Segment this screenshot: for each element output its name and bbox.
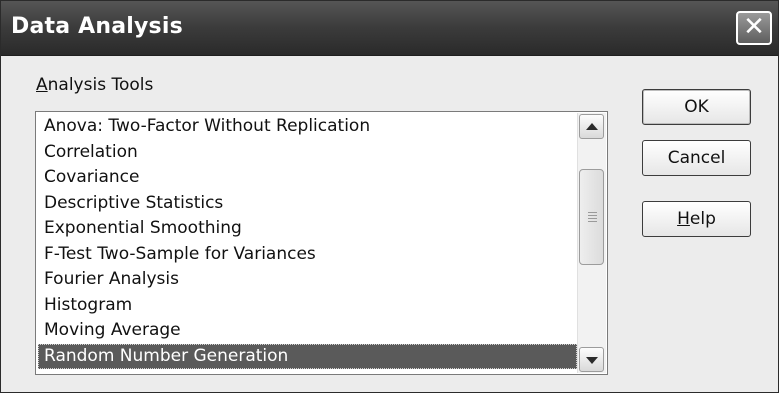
data-analysis-dialog: Data Analysis ✕ Analysis Tools Anova: Tw… xyxy=(0,0,779,393)
list-item[interactable]: Correlation xyxy=(38,140,577,166)
list-item[interactable]: Anova: Two-Factor Without Replication xyxy=(38,114,577,140)
help-label-text: elp xyxy=(689,209,716,229)
arrow-up-icon xyxy=(586,123,598,130)
help-accesskey: H xyxy=(677,209,690,229)
thumb-grip-line xyxy=(588,218,597,219)
arrow-down-icon xyxy=(586,357,598,364)
analysis-tools-list: Anova: Two-Factor Without Replication Cor… xyxy=(38,114,577,369)
list-item[interactable]: Exponential Smoothing xyxy=(38,216,577,242)
scroll-up-button[interactable] xyxy=(579,114,604,139)
list-scrollbar[interactable] xyxy=(577,113,606,373)
scroll-thumb[interactable] xyxy=(579,169,604,265)
cancel-button[interactable]: Cancel xyxy=(642,140,751,176)
help-button[interactable]: Help xyxy=(642,201,751,237)
ok-button[interactable]: OK xyxy=(642,89,751,125)
analysis-tools-listbox[interactable]: Anova: Two-Factor Without Replication Cor… xyxy=(35,111,608,375)
scroll-down-button[interactable] xyxy=(579,347,604,372)
list-item[interactable]: Random Number Generation xyxy=(38,343,577,369)
close-button[interactable]: ✕ xyxy=(736,11,772,45)
analysis-tools-label: Analysis Tools xyxy=(36,75,153,95)
close-icon: ✕ xyxy=(743,12,765,42)
list-item[interactable]: F-Test Two-Sample for Variances xyxy=(38,242,577,268)
list-item[interactable]: Covariance xyxy=(38,165,577,191)
title-bar: Data Analysis ✕ xyxy=(1,1,778,56)
thumb-grip-line xyxy=(588,215,597,216)
thumb-grip-line xyxy=(588,221,597,222)
list-item[interactable]: Descriptive Statistics xyxy=(38,191,577,217)
list-item[interactable]: Fourier Analysis xyxy=(38,267,577,293)
analysis-tools-accesskey: A xyxy=(36,75,48,95)
dialog-title: Data Analysis xyxy=(11,14,183,39)
list-item[interactable]: Histogram xyxy=(38,293,577,319)
list-item[interactable]: Moving Average xyxy=(38,318,577,344)
thumb-grip-line xyxy=(588,212,597,213)
analysis-tools-label-text: nalysis Tools xyxy=(47,75,154,95)
